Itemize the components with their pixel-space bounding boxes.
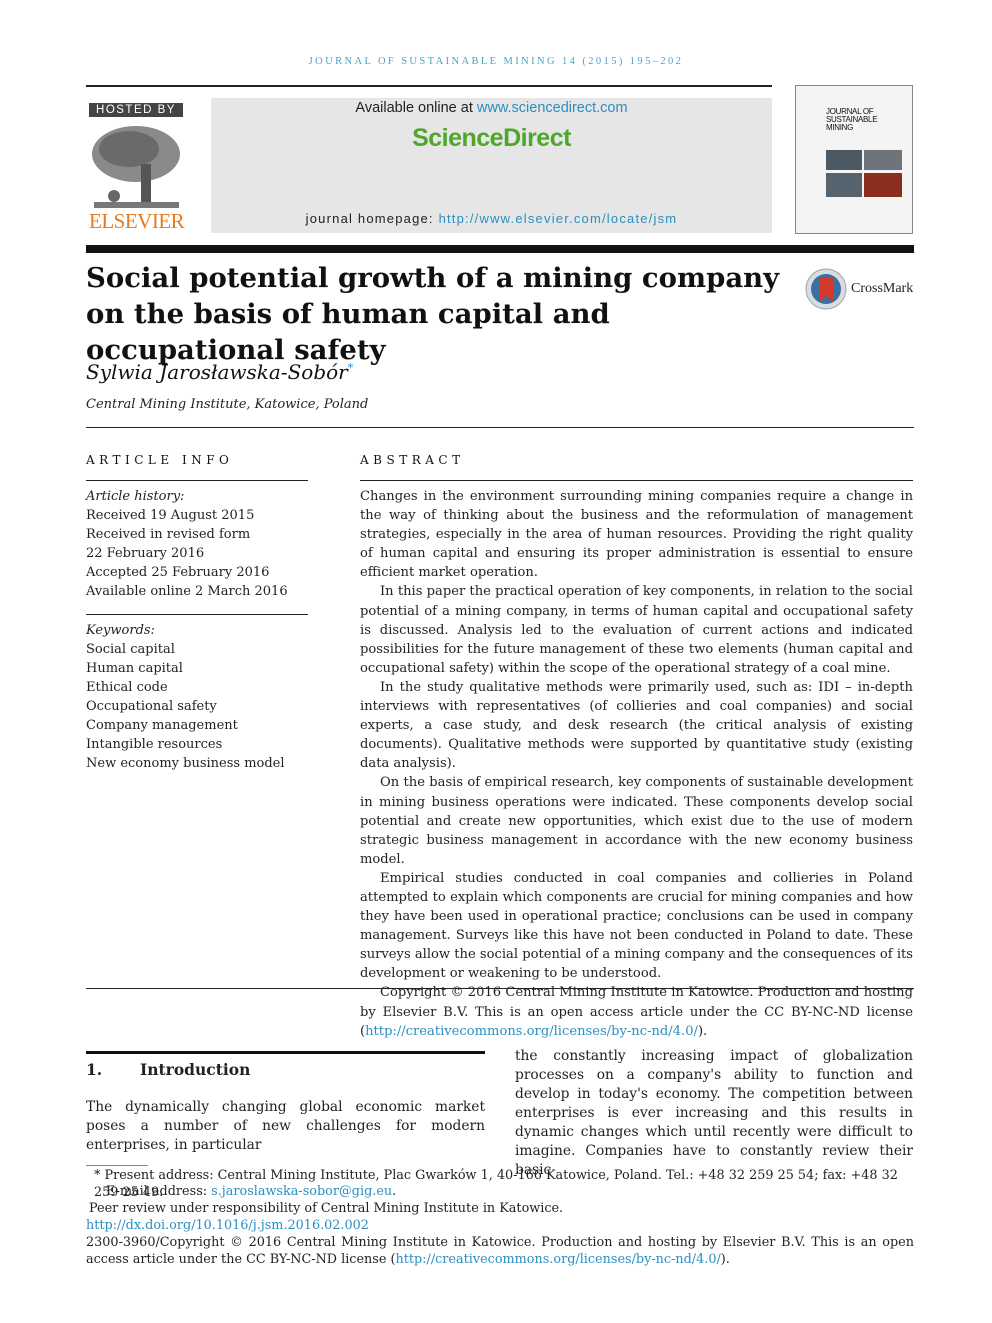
- article-history: Article history: Received 19 August 2015…: [86, 489, 288, 599]
- sciencedirect-link[interactable]: www.sciencedirect.com: [477, 100, 628, 116]
- license-link[interactable]: http://creativecommons.org/licenses/by-n…: [365, 1024, 698, 1039]
- footnote-email: E-mail address: s.jaroslawska-sobor@gig.…: [106, 1184, 397, 1199]
- crossmark-button[interactable]: CrossMark: [805, 268, 913, 310]
- intro-text-left: The dynamically changing global economic…: [86, 1099, 485, 1153]
- section-heading: 1. Introduction: [86, 1060, 251, 1079]
- divider: [86, 480, 308, 481]
- affiliation: Central Mining Institute, Katowice, Pola…: [86, 397, 369, 412]
- cover-title: JOURNAL OF SUSTAINABLE MINING: [826, 107, 878, 132]
- journal-homepage: journal homepage: http://www.elsevier.co…: [305, 211, 678, 226]
- keywords: Keywords: Social capital Human capital E…: [86, 623, 285, 771]
- footnote-rule: [86, 1165, 148, 1166]
- divider: [86, 988, 914, 989]
- abstract-heading: ABSTRACT: [360, 453, 465, 467]
- article-title: Social potential growth of a mining comp…: [86, 262, 780, 366]
- available-online: Available online at www.sciencedirect.co…: [355, 100, 628, 116]
- running-header: JOURNAL OF SUSTAINABLE MINING 14 (2015) …: [308, 56, 684, 67]
- hosted-by-label: HOSTED BY: [89, 103, 183, 117]
- author-footnote-mark[interactable]: *: [348, 361, 354, 374]
- elsevier-tree-logo: [89, 124, 183, 210]
- section-rule: [86, 1051, 485, 1054]
- author: Sylwia Jarosławska-Sobór*: [86, 360, 354, 384]
- divider: [86, 85, 772, 87]
- homepage-link[interactable]: http://www.elsevier.com/locate/jsm: [439, 211, 678, 226]
- intro-text-right: the constantly increasing impact of glob…: [515, 1048, 913, 1178]
- doi-link[interactable]: http://dx.doi.org/10.1016/j.jsm.2016.02.…: [86, 1218, 916, 1235]
- sciencedirect-logo: ScienceDirect: [412, 124, 571, 152]
- journal-cover: JOURNAL OF SUSTAINABLE MINING: [795, 85, 913, 234]
- header-rule: [86, 245, 914, 253]
- divider: [86, 614, 308, 615]
- email-link[interactable]: s.jaroslawska-sobor@gig.eu: [211, 1184, 392, 1199]
- abstract: Changes in the environment surrounding m…: [360, 487, 913, 1041]
- license-link[interactable]: http://creativecommons.org/licenses/by-n…: [395, 1252, 720, 1267]
- divider: [86, 427, 914, 428]
- abstract-copyright: Copyright © 2016 Central Mining Institut…: [360, 985, 913, 1039]
- divider: [360, 480, 913, 481]
- crossmark-icon: [805, 268, 847, 310]
- elsevier-logo: ELSEVIER: [89, 209, 185, 233]
- peer-review: Peer review under responsibility of Cent…: [89, 1201, 564, 1216]
- footer-copyright: 2300-3960/Copyright © 2016 Central Minin…: [86, 1235, 914, 1267]
- article-info-heading: ARTICLE INFO: [86, 453, 234, 467]
